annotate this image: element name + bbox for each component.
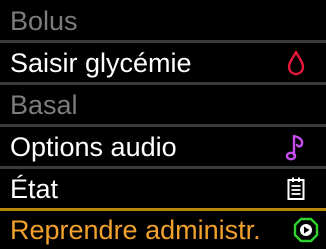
menu-item-label: Reprendre administr. — [10, 215, 261, 245]
pump-main-menu: Bolus Saisir glycémie Basal Options audi… — [0, 0, 326, 246]
menu-item-label: Basal — [10, 90, 78, 120]
menu-item-label: Options audio — [10, 132, 177, 162]
menu-item-bolus[interactable]: Bolus — [0, 2, 326, 40]
menu-item-label: Saisir glycémie — [10, 48, 192, 78]
menu-item-label: Bolus — [10, 6, 78, 36]
menu-divider — [0, 124, 326, 127]
menu-item-label: État — [10, 174, 59, 204]
menu-divider — [0, 82, 326, 85]
menu-item-audio-options[interactable]: Options audio — [0, 128, 326, 166]
music-note-icon — [282, 128, 310, 166]
menu-item-status[interactable]: État — [0, 170, 326, 208]
blood-drop-icon — [282, 44, 310, 82]
menu-divider — [0, 40, 326, 43]
menu-divider — [0, 166, 326, 169]
menu-item-resume-delivery[interactable]: Reprendre administr. — [0, 211, 326, 249]
menu-item-basal[interactable]: Basal — [0, 86, 326, 124]
status-list-icon — [282, 170, 310, 208]
menu-item-enter-glucose[interactable]: Saisir glycémie — [0, 44, 326, 82]
play-circle-icon — [292, 211, 320, 249]
